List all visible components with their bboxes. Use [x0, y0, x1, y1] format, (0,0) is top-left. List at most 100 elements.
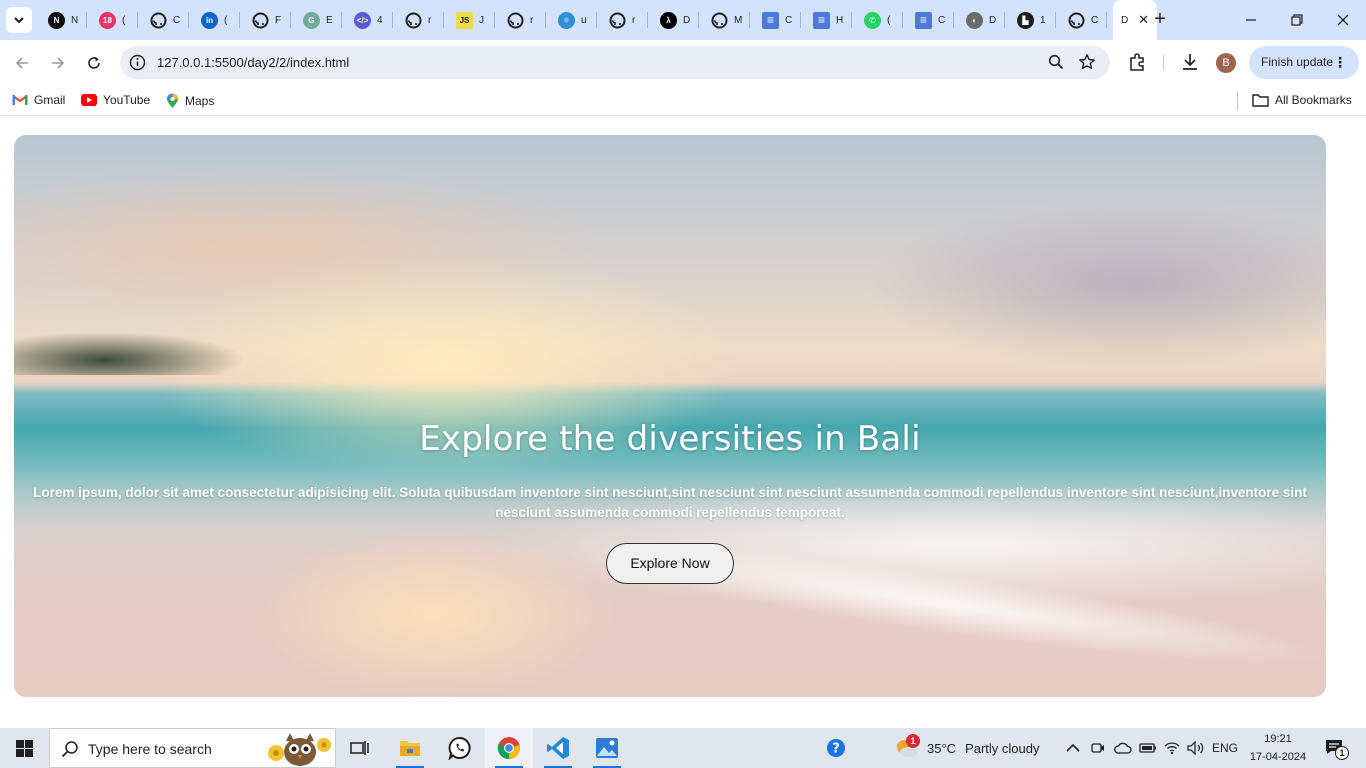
bookmark-youtube[interactable]: YouTube — [81, 93, 150, 107]
explore-now-button[interactable]: Explore Now — [606, 543, 734, 584]
back-button[interactable] — [8, 49, 36, 77]
browser-tab[interactable]: M — [699, 0, 750, 40]
browser-tab[interactable]: ≡ C — [750, 0, 801, 40]
browser-tab[interactable]: 18 ( — [87, 0, 138, 40]
gmail-icon — [12, 94, 28, 106]
browser-tab[interactable]: ≡ H — [801, 0, 852, 40]
volume-tray[interactable] — [1187, 728, 1205, 768]
hero-content: Explore the diversities in Bali Lorem ip… — [14, 419, 1326, 584]
more-menu-icon[interactable]: ⋮ — [1333, 46, 1347, 79]
browser-tab[interactable]: r — [495, 0, 546, 40]
github-icon — [609, 12, 626, 29]
bookmark-star-icon[interactable] — [1078, 53, 1096, 71]
zoom-icon[interactable] — [1048, 54, 1064, 70]
windows-taskbar: Type here to search ? 1 35°C Partly clou… — [0, 728, 1366, 768]
input-language[interactable]: ENG — [1212, 728, 1238, 768]
browser-tab[interactable]: ◐ D — [954, 0, 1005, 40]
browser-tab[interactable]: JS J — [444, 0, 495, 40]
taskbar-file-explorer[interactable] — [386, 728, 434, 768]
restore-button[interactable] — [1274, 0, 1320, 40]
tab-search-button[interactable] — [6, 7, 32, 33]
profile-avatar[interactable]: B — [1216, 53, 1236, 73]
minimize-button[interactable] — [1228, 0, 1274, 40]
browser-tab[interactable]: </> 4 — [342, 0, 393, 40]
notification-center-button[interactable]: 1 — [1324, 728, 1349, 768]
browser-tab[interactable]: ▙ 1 — [1005, 0, 1056, 40]
browser-tab[interactable]: r — [393, 0, 444, 40]
extensions-icon[interactable] — [1128, 52, 1146, 72]
browser-tab[interactable]: GE — [291, 0, 342, 40]
chrome-icon — [497, 737, 520, 760]
github-icon — [150, 12, 167, 29]
browser-tab[interactable]: ⚛ u — [546, 0, 597, 40]
tab-title: u — [581, 14, 587, 26]
svg-text:?: ? — [832, 742, 840, 757]
clock-date: 17-04-2024 — [1249, 751, 1307, 763]
bookmark-label: Maps — [185, 94, 215, 108]
tab-title: E — [326, 14, 333, 26]
docs-icon: ≡ — [762, 11, 779, 29]
url-text[interactable]: 127.0.0.1:5500/day2/2/index.html — [157, 55, 349, 70]
browser-tab[interactable]: in ( — [189, 0, 240, 40]
close-window-button[interactable] — [1320, 0, 1366, 40]
cloud-icon — [1114, 742, 1132, 754]
tab-title: ( — [887, 14, 891, 26]
docs-icon: ≡ — [915, 11, 932, 29]
task-view-button[interactable] — [336, 728, 384, 768]
help-button[interactable]: ? — [826, 728, 846, 768]
taskbar-chrome[interactable] — [485, 728, 533, 768]
browser-tab[interactable]: ≡ C — [903, 0, 954, 40]
tab-title: H — [836, 14, 844, 26]
new-tab-button[interactable]: + — [1148, 8, 1172, 32]
reload-icon — [88, 57, 100, 69]
bookmark-maps[interactable]: Maps — [166, 93, 214, 109]
unstop-icon: ▙ — [1017, 11, 1034, 29]
show-hidden-icons-button[interactable] — [1066, 728, 1080, 768]
react-icon: ⚛ — [558, 11, 575, 29]
weather-temperature: 35°C — [927, 740, 957, 756]
battery-tray[interactable] — [1139, 728, 1157, 768]
taskbar-whatsapp[interactable] — [436, 728, 484, 768]
browser-tab[interactable]: C — [138, 0, 189, 40]
tab-title: C — [1091, 14, 1099, 26]
bookmark-gmail[interactable]: Gmail — [12, 93, 65, 107]
browser-tab[interactable]: ✆( — [852, 0, 903, 40]
start-button[interactable] — [0, 728, 48, 768]
search-highlight-owl-icon — [268, 733, 331, 766]
taskbar-vscode[interactable] — [534, 728, 582, 768]
hero-banner: Explore the diversities in Bali Lorem ip… — [14, 135, 1326, 697]
browser-tab[interactable]: r — [597, 0, 648, 40]
photos-icon — [596, 738, 618, 758]
github-icon — [507, 12, 524, 29]
taskbar-search-box[interactable]: Type here to search — [49, 728, 336, 768]
clock-time: 19:21 — [1264, 733, 1292, 745]
browser-tab[interactable]: C — [1056, 0, 1107, 40]
all-bookmarks-button[interactable]: All Bookmarks — [1252, 93, 1352, 107]
weather-widget[interactable]: 1 35°C Partly cloudy — [894, 728, 1039, 768]
tab-title: D — [683, 14, 691, 26]
meet-now-tray[interactable] — [1091, 728, 1105, 768]
restore-icon — [1291, 14, 1303, 26]
network-tray[interactable] — [1164, 728, 1180, 768]
tab-title: D — [989, 14, 997, 26]
taskbar-clock[interactable]: 19:21 17-04-2024 — [1248, 730, 1308, 766]
finish-update-button[interactable]: Finish update ⋮ — [1249, 46, 1359, 79]
arrow-right-icon — [52, 57, 65, 69]
onedrive-tray[interactable] — [1114, 728, 1132, 768]
close-icon — [1337, 14, 1349, 26]
camera-icon — [1091, 743, 1104, 753]
taskbar-photos[interactable] — [583, 728, 631, 768]
reload-button[interactable] — [80, 49, 108, 77]
code-icon: </> — [354, 11, 371, 29]
browser-tab[interactable]: F — [240, 0, 291, 40]
tab-title: ( — [224, 14, 228, 26]
windows-logo-icon — [15, 739, 33, 757]
hero-background-shore — [14, 315, 274, 375]
weather-alert-badge: 1 — [906, 734, 920, 748]
forward-button[interactable] — [44, 49, 72, 77]
browser-tab[interactable]: NN — [36, 0, 87, 40]
site-info-icon[interactable] — [129, 54, 146, 71]
browser-tab[interactable]: λD — [648, 0, 699, 40]
download-icon[interactable] — [1181, 52, 1199, 72]
address-bar[interactable]: 127.0.0.1:5500/day2/2/index.html — [120, 46, 1110, 79]
